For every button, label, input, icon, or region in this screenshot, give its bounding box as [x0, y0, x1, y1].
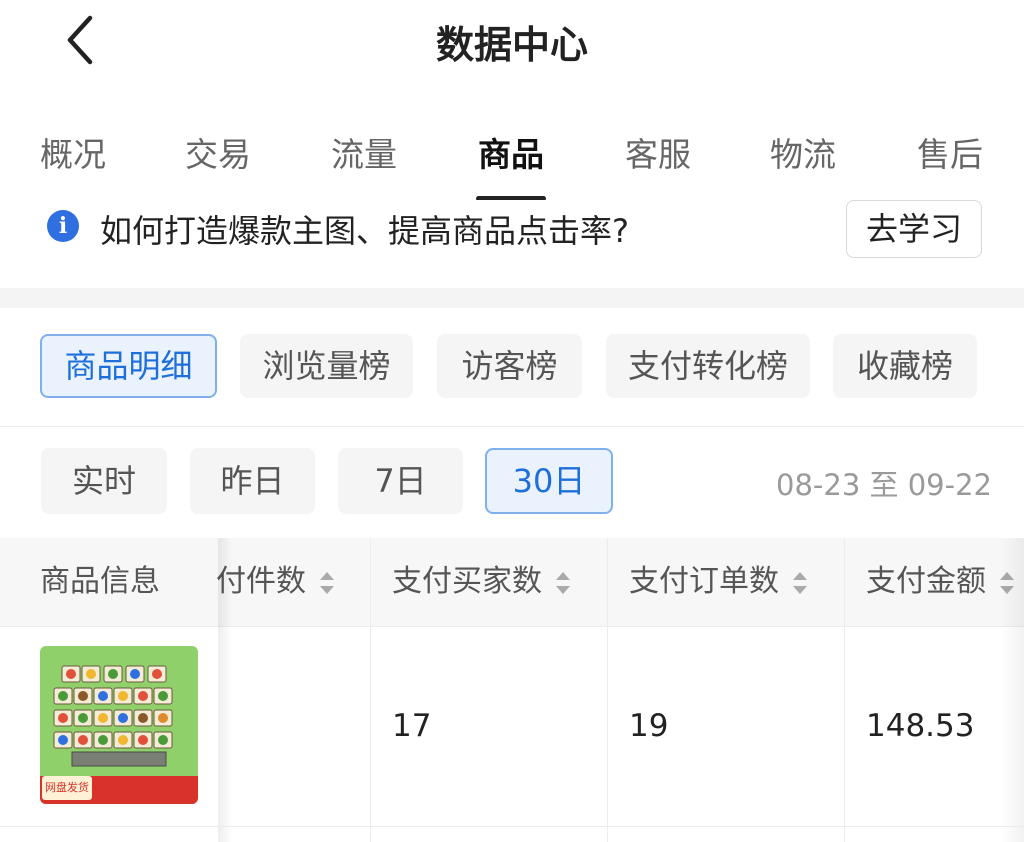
col-product-info: 商品信息 — [40, 564, 160, 599]
tab-after-sales[interactable]: 售后 — [917, 128, 983, 176]
fixed-column-shadow — [218, 538, 232, 842]
category-tabs: 概况 交易 流量 商品 客服 物流 售后 — [0, 118, 1024, 201]
sort-icon — [556, 571, 570, 595]
nav-bar: 数据中心 — [0, 0, 1024, 90]
thumbnail-badge: 网盘发货 — [42, 776, 92, 800]
rank-favorites[interactable]: 收藏榜 — [833, 334, 977, 398]
date-range: 08-23 至 09-22 — [776, 468, 992, 502]
table-header: 商品信息 付件数 支付买家数 支付订单数 支付金额 — [0, 538, 1024, 627]
cell-paid-orders: 19 — [629, 708, 669, 744]
col-paid-orders[interactable]: 支付订单数 — [629, 538, 807, 626]
sort-icon — [320, 571, 334, 595]
tab-customer-service[interactable]: 客服 — [625, 128, 691, 176]
tab-overview[interactable]: 概况 — [40, 128, 106, 176]
date-30days[interactable]: 30日 — [485, 448, 613, 514]
section-divider — [0, 288, 1024, 308]
col-paid-items[interactable]: 付件数 — [216, 538, 334, 626]
page-title: 数据中心 — [435, 23, 588, 67]
rank-pay-conversion[interactable]: 支付转化榜 — [606, 334, 810, 398]
tab-trade[interactable]: 交易 — [185, 128, 251, 176]
tip-banner: i 如何打造爆款主图、提高商品点击率? 去学习 — [0, 200, 1024, 288]
row-divider — [0, 826, 1024, 827]
cell-paid-amount: 148.53 — [866, 708, 975, 744]
col-label: 支付订单数 — [629, 564, 779, 599]
tab-products[interactable]: 商品 — [478, 128, 544, 176]
column-divider — [844, 538, 845, 842]
column-divider — [607, 538, 608, 842]
product-table: 商品信息 付件数 支付买家数 支付订单数 支付金额 网盘发货 17 19 148… — [0, 538, 1024, 842]
date-filter: 实时 昨日 7日 30日 08-23 至 09-22 — [0, 426, 1024, 536]
date-yesterday[interactable]: 昨日 — [190, 448, 315, 514]
col-paid-amount[interactable]: 支付金额 — [866, 538, 1014, 626]
tip-text: 如何打造爆款主图、提高商品点击率? — [100, 212, 629, 250]
col-label: 支付金额 — [866, 564, 986, 599]
date-realtime[interactable]: 实时 — [41, 448, 167, 514]
info-icon: i — [47, 210, 79, 242]
product-thumbnail[interactable]: 网盘发货 — [40, 646, 198, 804]
rank-product-detail[interactable]: 商品明细 — [40, 334, 217, 398]
col-paid-buyers[interactable]: 支付买家数 — [392, 538, 570, 626]
sort-icon — [793, 571, 807, 595]
ranking-filter: 商品明细 浏览量榜 访客榜 支付转化榜 收藏榜 — [0, 308, 1024, 427]
tab-traffic[interactable]: 流量 — [331, 128, 397, 176]
date-7days[interactable]: 7日 — [338, 448, 463, 514]
rank-pageviews[interactable]: 浏览量榜 — [240, 334, 413, 398]
tab-logistics[interactable]: 物流 — [770, 128, 836, 176]
cell-paid-buyers: 17 — [392, 708, 432, 744]
tile-game-image — [52, 658, 186, 768]
rank-visitors[interactable]: 访客榜 — [437, 334, 582, 398]
scroll-edge-shadow — [1000, 538, 1024, 842]
col-label: 支付买家数 — [392, 564, 542, 599]
learn-button[interactable]: 去学习 — [846, 200, 982, 258]
column-divider — [370, 538, 371, 842]
